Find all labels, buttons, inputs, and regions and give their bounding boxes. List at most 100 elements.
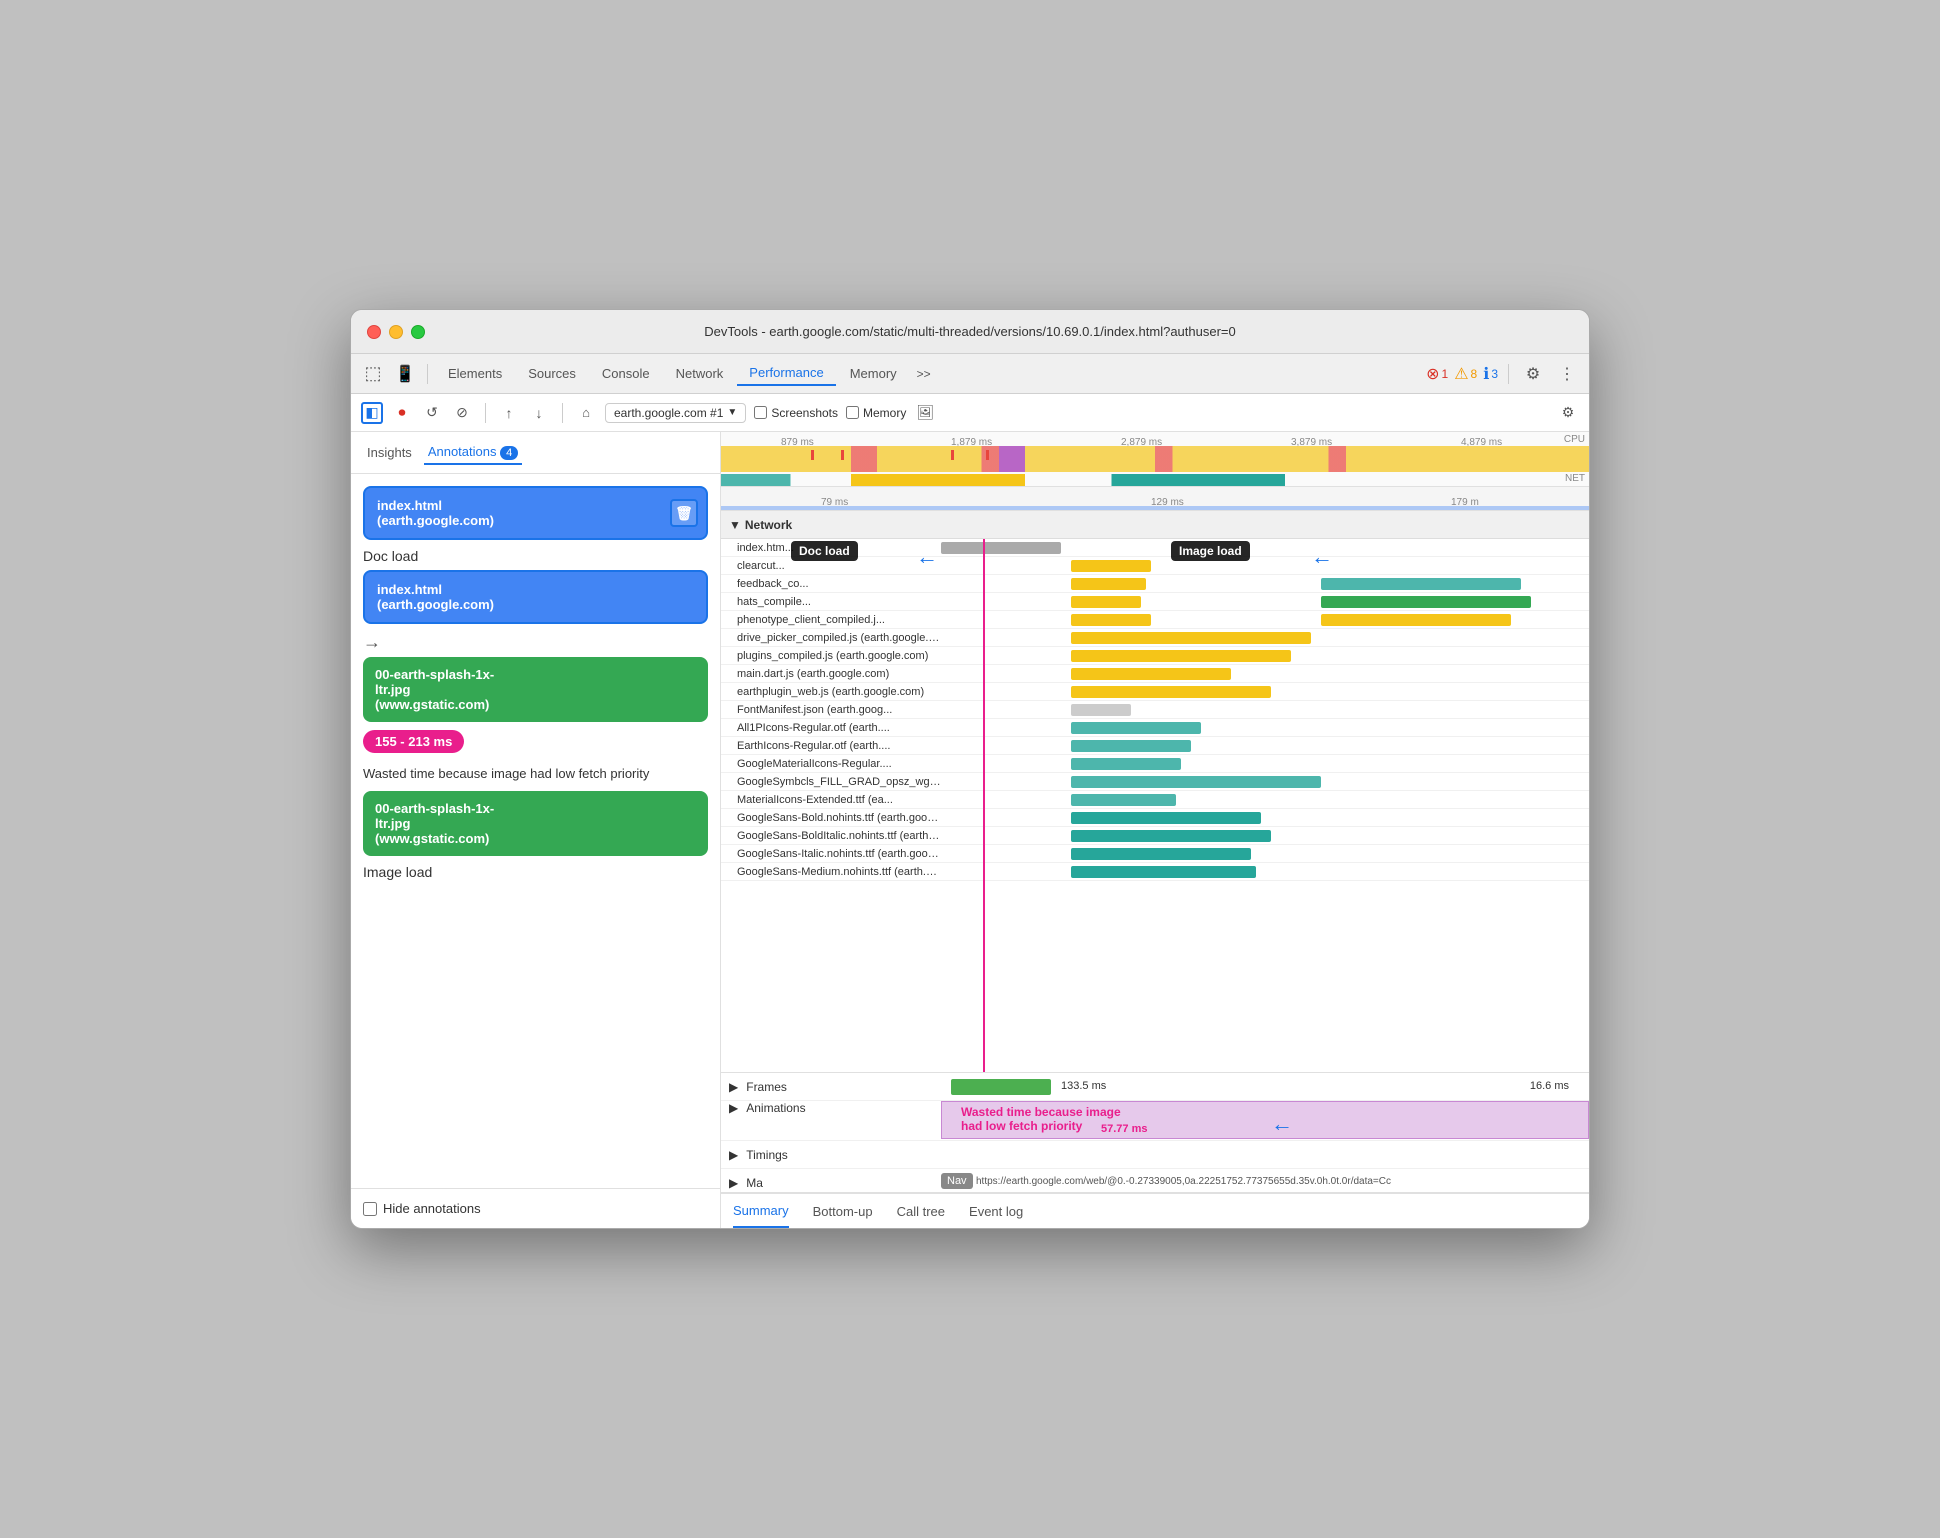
sidebar-tab-annotations[interactable]: Annotations 4 — [424, 440, 522, 465]
home-icon[interactable]: ⌂ — [575, 402, 597, 424]
network-row-googlesans-italic[interactable]: GoogleSans-Italic.nohints.ttf (earth.goo… — [721, 845, 1589, 863]
network-bar-area — [941, 683, 1589, 700]
net-bar-chart — [721, 474, 1589, 486]
network-row-label: GoogleSans-Bold.nohints.ttf (earth.googl… — [721, 812, 941, 824]
network-bar — [1071, 776, 1321, 788]
screenshots-checkbox[interactable] — [754, 406, 767, 419]
network-bar-area — [941, 575, 1589, 592]
network-row-label: earthplugin_web.js (earth.google.com) — [721, 686, 941, 698]
hide-annotations-checkbox[interactable] — [363, 1202, 377, 1216]
reload-icon[interactable]: ↺ — [421, 402, 443, 424]
network-bar — [1071, 794, 1176, 806]
network-row-drive[interactable]: drive_picker_compiled.js (earth.google.c… — [721, 629, 1589, 647]
network-bar — [1071, 830, 1271, 842]
red-marker-3 — [951, 450, 954, 460]
tab-console[interactable]: Console — [590, 362, 662, 385]
memory-checkbox-item[interactable]: Memory — [846, 406, 906, 420]
clear-icon[interactable]: ⊘ — [451, 402, 473, 424]
tab-performance[interactable]: Performance — [737, 361, 835, 386]
network-row-googlesans-bolditalic[interactable]: GoogleSans-BoldItalic.nohints.ttf (earth… — [721, 827, 1589, 845]
perf-settings-icon[interactable]: ⚙ — [1557, 402, 1579, 424]
tab-call-tree[interactable]: Call tree — [897, 1196, 945, 1227]
tab-event-log[interactable]: Event log — [969, 1196, 1023, 1227]
delete-annotation-button[interactable]: 🗑 — [670, 499, 698, 527]
tab-elements[interactable]: Elements — [436, 362, 514, 385]
network-row-googlesans-medium[interactable]: GoogleSans-Medium.nohints.ttf (earth.goo… — [721, 863, 1589, 881]
perf-sep1 — [485, 403, 486, 423]
network-row-earthplugin[interactable]: earthplugin_web.js (earth.google.com) — [721, 683, 1589, 701]
timings-label-text: Timings — [746, 1148, 788, 1162]
sidebar-toggle-icon[interactable]: ◧ — [361, 402, 383, 424]
network-row-main[interactable]: main.dart.js (earth.google.com) — [721, 665, 1589, 683]
tab-summary[interactable]: Summary — [733, 1195, 789, 1228]
network-bar-area — [941, 557, 1589, 574]
network-bar-right-splash — [1321, 596, 1531, 608]
frames-expand-icon[interactable]: ▶ — [729, 1080, 738, 1094]
main-thread-track: ▶ Ma Nav https://earth.google.com/web/@0… — [721, 1169, 1589, 1192]
animations-track: ▶ Animations Wasted time because imageha… — [721, 1101, 1589, 1141]
timings-expand-icon[interactable]: ▶ — [729, 1148, 738, 1162]
tab-bottom-up[interactable]: Bottom-up — [813, 1196, 873, 1227]
network-collapse-icon[interactable]: ▼ — [729, 518, 741, 532]
upload-icon[interactable]: ↑ — [498, 402, 520, 424]
network-row-plugins[interactable]: plugins_compiled.js (earth.google.com) — [721, 647, 1589, 665]
network-row-googlesans-bold[interactable]: GoogleSans-Bold.nohints.ttf (earth.googl… — [721, 809, 1589, 827]
red-marker-2 — [841, 450, 844, 460]
network-row-fontmanifest[interactable]: FontManifest.json (earth.goog... — [721, 701, 1589, 719]
more-options-icon[interactable]: ⋮ — [1553, 360, 1581, 388]
network-bar — [1071, 722, 1201, 734]
maximize-button[interactable] — [411, 325, 425, 339]
inspect-element-icon[interactable]: ⬚ — [359, 360, 387, 388]
red-marker-1 — [811, 450, 814, 460]
main-expand-icon[interactable]: ▶ — [729, 1176, 738, 1190]
network-row-googlesymbols[interactable]: GoogleSymbcls_FILL_GRAD_opsz_wght.ttf (e… — [721, 773, 1589, 791]
network-row-hats[interactable]: hats_compile... — [721, 593, 1589, 611]
network-row-feedback[interactable]: feedback_co... — [721, 575, 1589, 593]
network-bar-area — [941, 755, 1589, 772]
network-row-earthicons[interactable]: EarthIcons-Regular.otf (earth.... — [721, 737, 1589, 755]
animations-label: ▶ Animations — [721, 1101, 941, 1115]
screenshots-capture-icon[interactable]: 🖼 — [914, 402, 936, 424]
network-bar-area — [941, 737, 1589, 754]
tab-memory[interactable]: Memory — [838, 362, 909, 385]
main-content: Nav https://earth.google.com/web/@0.-0.2… — [941, 1169, 1589, 1192]
settings-icon[interactable]: ⚙ — [1519, 360, 1547, 388]
network-bar-area — [941, 629, 1589, 646]
nav-url: https://earth.google.com/web/@0.-0.27339… — [976, 1176, 1391, 1187]
frames-label-text: Frames — [746, 1080, 787, 1094]
bottom-tabs: Summary Bottom-up Call tree Event log — [721, 1192, 1589, 1228]
annotation-card-4: 00-earth-splash-1x-ltr.jpg(www.gstatic.c… — [363, 791, 708, 856]
annotation-card-1: index.html(earth.google.com) 🗑 — [363, 486, 708, 540]
error-number: 1 — [1442, 367, 1449, 381]
tab-sources[interactable]: Sources — [516, 362, 588, 385]
more-tabs-button[interactable]: >> — [911, 363, 937, 385]
window-title: DevTools - earth.google.com/static/multi… — [704, 324, 1235, 339]
network-bar — [1071, 560, 1151, 572]
screenshots-checkbox-item[interactable]: Screenshots — [754, 406, 838, 420]
close-button[interactable] — [367, 325, 381, 339]
network-row-label: EarthIcons-Regular.otf (earth.... — [721, 740, 941, 752]
minimize-button[interactable] — [389, 325, 403, 339]
url-selector[interactable]: earth.google.com #1 ▼ — [605, 403, 746, 423]
network-section-label: Network — [745, 518, 792, 532]
network-row-label: MaterialIcons-Extended.ttf (ea... — [721, 794, 941, 806]
network-bar — [1071, 758, 1181, 770]
animations-expand-icon[interactable]: ▶ — [729, 1101, 738, 1115]
wasted-annotation-text: Wasted time because imagehad low fetch p… — [961, 1105, 1121, 1133]
download-icon[interactable]: ↓ — [528, 402, 550, 424]
nav-marker: Nav — [941, 1173, 973, 1189]
record-icon[interactable]: ⏺ — [391, 402, 413, 424]
doc-load-label: Doc load — [363, 548, 708, 564]
sidebar-tab-insights[interactable]: Insights — [363, 441, 416, 464]
sidebar-tab-bar: Insights Annotations 4 — [351, 432, 720, 474]
network-row-label: main.dart.js (earth.google.com) — [721, 668, 941, 680]
network-row-phenotype[interactable]: phenotype_client_compiled.j... — [721, 611, 1589, 629]
memory-checkbox[interactable] — [846, 406, 859, 419]
image-load-arrow-icon: ← — [1311, 544, 1333, 570]
device-toolbar-icon[interactable]: 📱 — [391, 360, 419, 388]
network-row-all1picons[interactable]: All1PIcons-Regular.otf (earth.... — [721, 719, 1589, 737]
tab-network[interactable]: Network — [664, 362, 736, 385]
timings-label: ▶ Timings — [721, 1148, 941, 1162]
network-row-googlematerial[interactable]: GoogleMaterialIcons-Regular.... — [721, 755, 1589, 773]
network-row-materialicons[interactable]: MaterialIcons-Extended.ttf (ea... — [721, 791, 1589, 809]
